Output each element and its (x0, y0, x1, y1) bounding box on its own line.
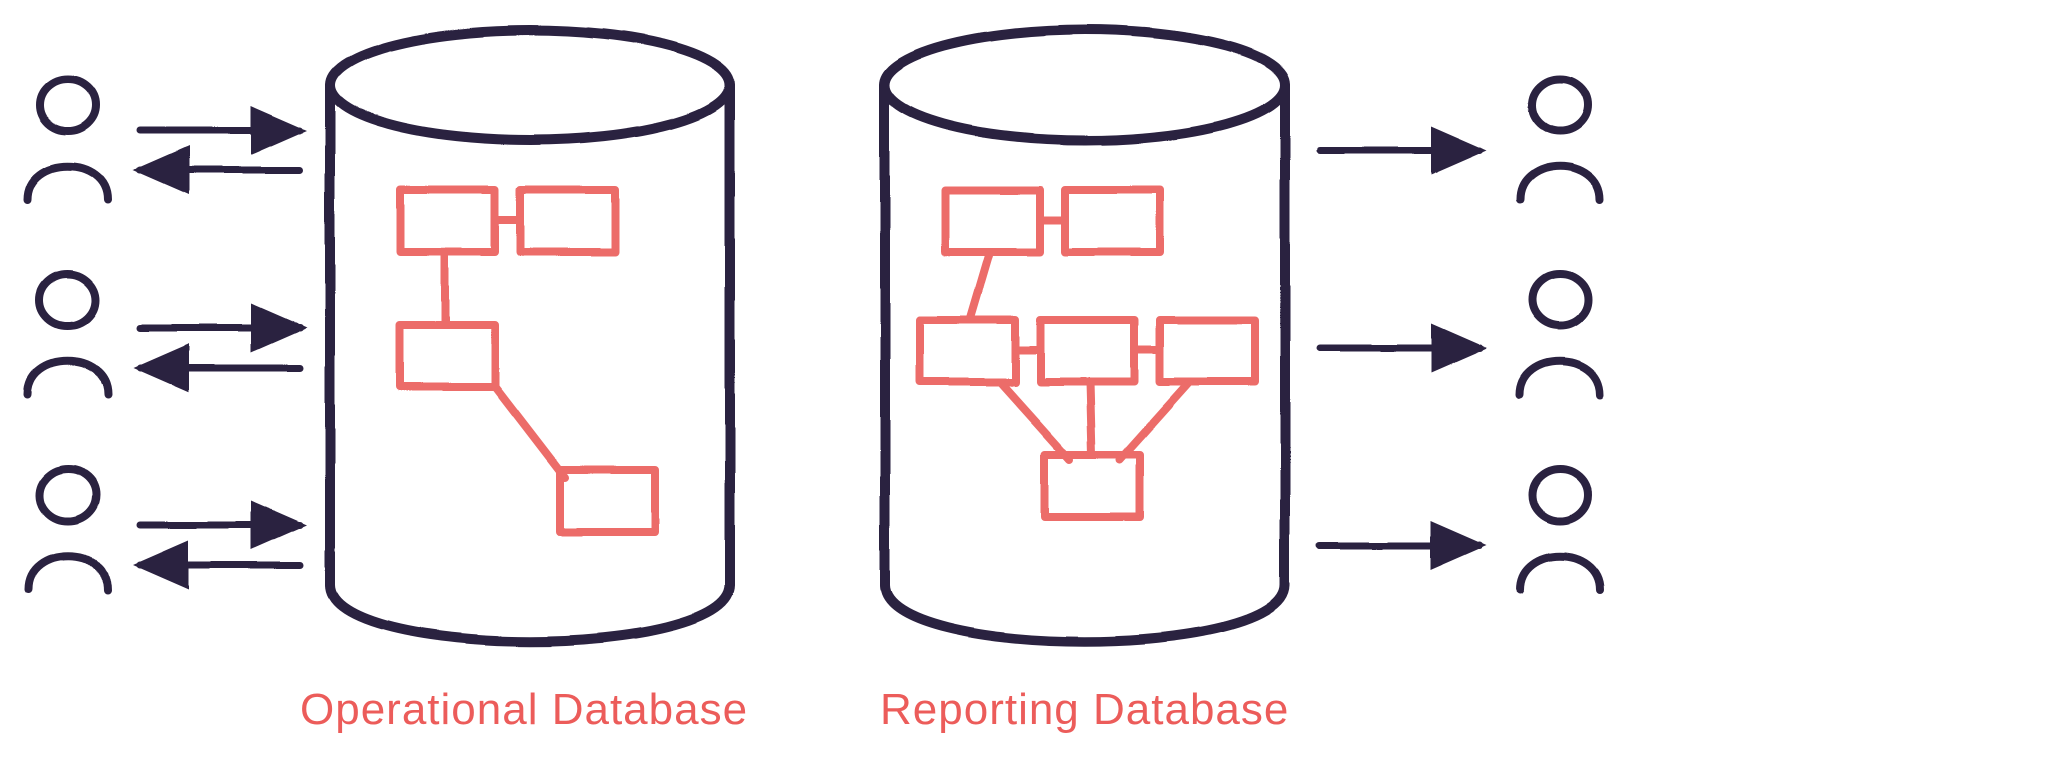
user-icon (28, 79, 108, 200)
schema-box (1040, 320, 1135, 382)
reporting-database-label: Reporting Database (880, 685, 1289, 735)
user-icon (1520, 274, 1600, 395)
user-icon (28, 469, 108, 590)
user-icon (1520, 79, 1600, 200)
operational-database-label: Operational Database (300, 685, 748, 735)
architecture-diagram (0, 0, 2048, 757)
reporting-database (885, 30, 1285, 641)
schema-box (1160, 320, 1255, 382)
schema-box (920, 320, 1015, 382)
left-arrows (140, 130, 300, 565)
user-icon (1520, 469, 1600, 590)
user-icon (28, 274, 108, 395)
right-arrows (1320, 150, 1480, 545)
right-users (1520, 79, 1600, 590)
schema-box (945, 190, 1040, 252)
schema-box (560, 470, 655, 532)
reporting-schema (920, 190, 1255, 517)
schema-box (1065, 190, 1160, 252)
schema-box (400, 190, 495, 252)
schema-box (1045, 455, 1140, 517)
schema-box (400, 325, 495, 387)
operational-database (330, 30, 730, 641)
schema-box (520, 190, 615, 252)
left-users (28, 79, 108, 590)
operational-schema (400, 190, 655, 532)
